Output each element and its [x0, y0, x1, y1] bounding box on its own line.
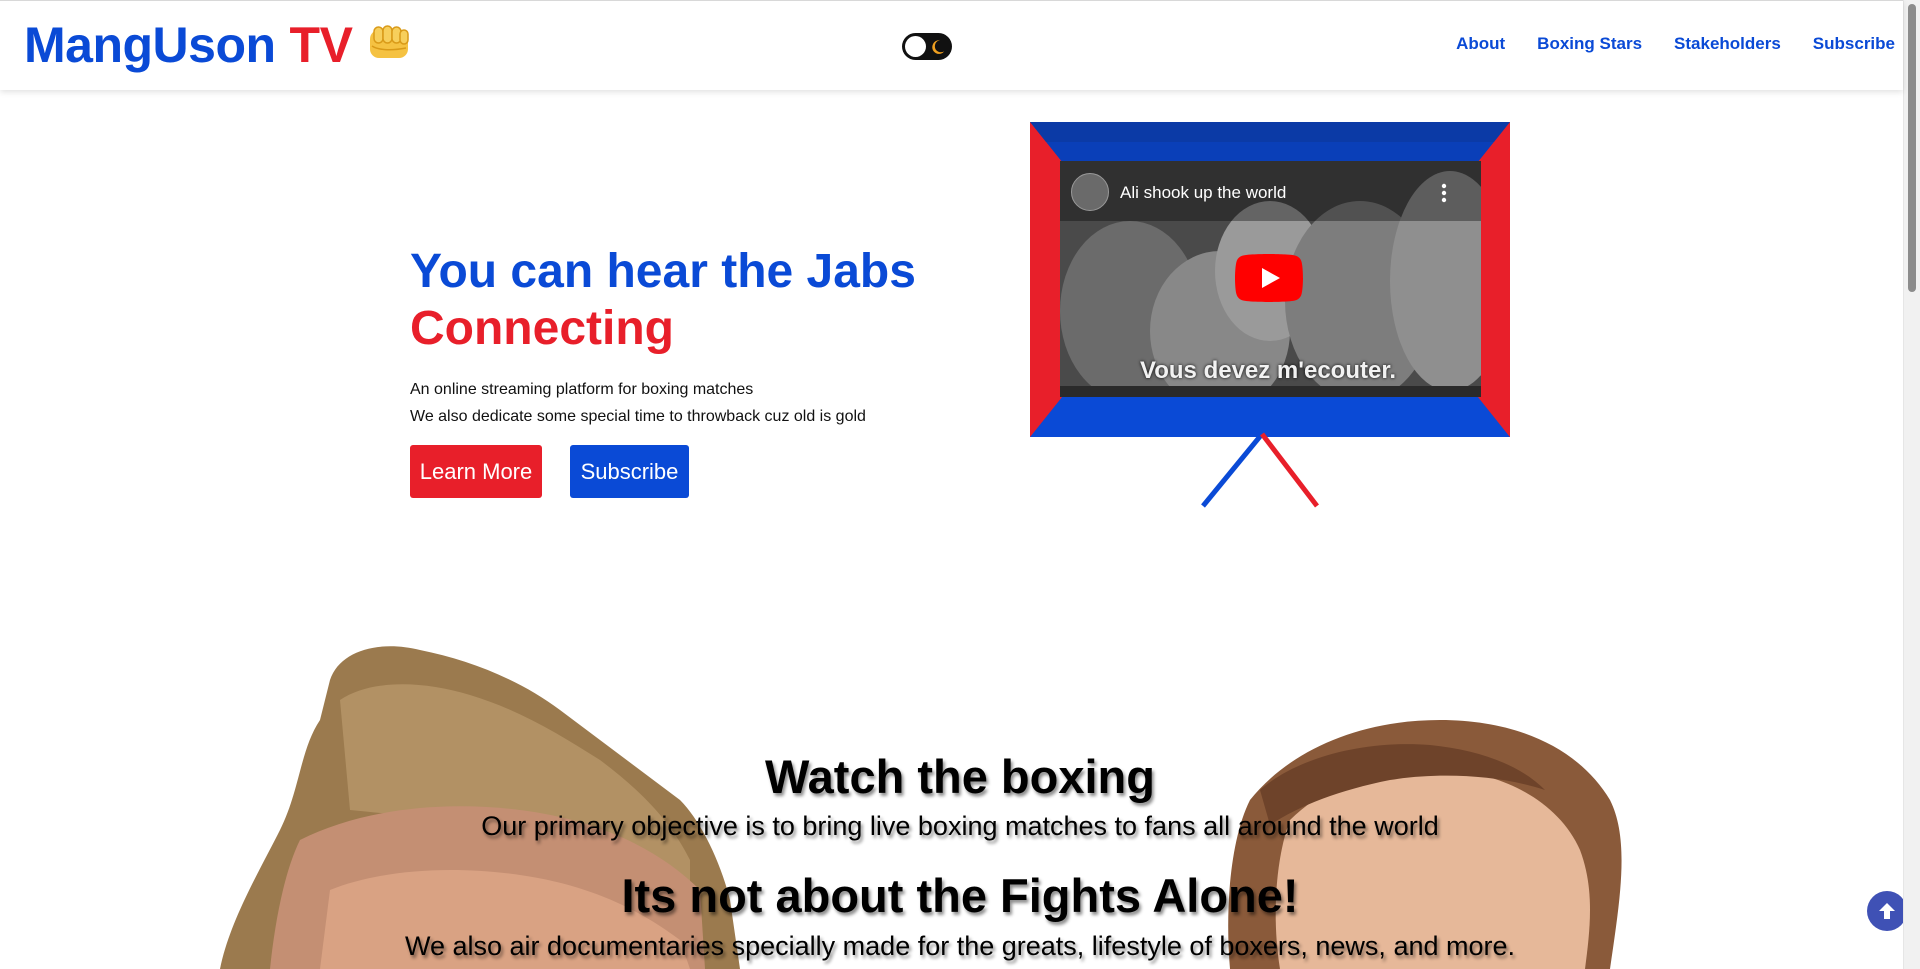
main-nav: About Boxing Stars Stakeholders Subscrib…: [1456, 34, 1895, 54]
watch-heading: Watch the boxing: [765, 750, 1155, 803]
fights-heading: Its not about the Fights Alone!: [621, 869, 1299, 922]
hero-subtitle: An online streaming platform for boxing …: [410, 376, 866, 430]
nav-about[interactable]: About: [1456, 34, 1505, 54]
video-caption: Vous devez m'ecouter.: [1140, 357, 1397, 384]
moon-icon: [932, 39, 945, 54]
scrollbar-thumb[interactable]: [1908, 4, 1916, 292]
hero-subtitle-line2: We also dedicate some special time to th…: [410, 408, 866, 425]
logo[interactable]: MangUson TV: [24, 15, 412, 75]
hero-subtitle-line1: An online streaming platform for boxing …: [410, 381, 754, 398]
watch-text: Our primary objective is to bring live b…: [481, 811, 1439, 841]
logo-brand: MangUson: [24, 17, 276, 73]
play-icon[interactable]: [1235, 254, 1303, 302]
hero-title: You can hear the Jabs Connecting: [410, 243, 916, 357]
fights-text: We also air documentaries specially made…: [404, 931, 1516, 961]
site-header: MangUsonTV About Boxing Stars Stakehold: [0, 0, 1903, 90]
nav-subscribe[interactable]: Subscribe: [1813, 34, 1895, 54]
hero-title-line1: You can hear the Jabs: [410, 245, 916, 298]
nav-stakeholders[interactable]: Stakeholders: [1674, 34, 1781, 54]
subscribe-button[interactable]: Subscribe: [570, 445, 689, 498]
channel-avatar[interactable]: [1071, 173, 1109, 211]
video-title[interactable]: Ali shook up the world: [1120, 183, 1286, 203]
fist-icon: [366, 15, 412, 75]
video-player[interactable]: Ali shook up the world Vous devez m'ecou…: [1060, 161, 1481, 397]
arrow-up-icon: [1879, 903, 1895, 919]
nav-boxing-stars[interactable]: Boxing Stars: [1537, 34, 1642, 54]
screen-stand: [1201, 432, 1319, 508]
dark-mode-toggle[interactable]: [902, 33, 952, 60]
more-vert-icon[interactable]: [1441, 183, 1447, 203]
scrollbar[interactable]: [1903, 0, 1920, 969]
back-to-top-button[interactable]: [1867, 891, 1907, 931]
learn-more-button[interactable]: Learn More: [410, 445, 542, 498]
hero-title-line2: Connecting: [410, 302, 674, 355]
logo-tv: TV: [289, 17, 353, 73]
toggle-knob: [905, 36, 926, 57]
page: MangUsonTV About Boxing Stars Stakehold: [0, 0, 1920, 969]
